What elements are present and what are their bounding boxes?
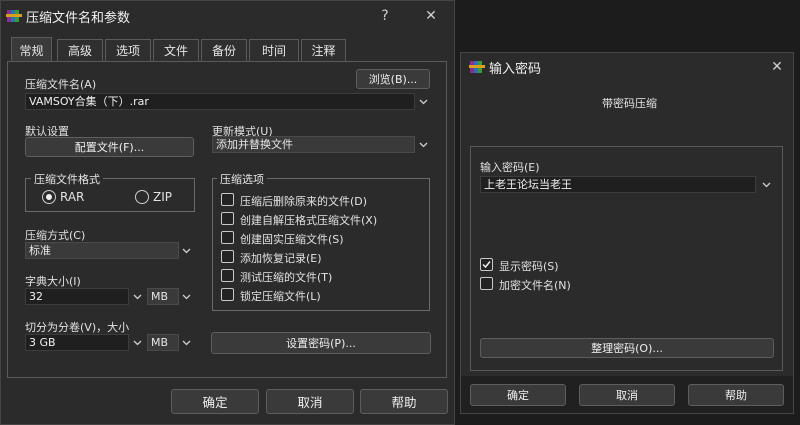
chevron-down-icon	[182, 294, 190, 299]
set-password-button[interactable]: 设置密码(P)...	[211, 332, 431, 354]
help-button[interactable]: 帮助	[360, 389, 448, 414]
show-password-checkbox[interactable]	[480, 258, 493, 271]
chevron-down-icon	[419, 99, 427, 104]
chevron-down-icon	[762, 182, 770, 187]
chevron-down-icon	[182, 248, 190, 253]
main-window-title: 压缩文件名和参数	[26, 10, 131, 26]
checkmark-icon	[482, 261, 491, 269]
option-test-checkbox[interactable]	[221, 269, 234, 282]
option-lock-checkbox[interactable]	[221, 288, 234, 301]
cancel-button[interactable]: 取消	[266, 389, 354, 414]
option-delete-files-label: 压缩后删除原来的文件(D)	[240, 195, 368, 208]
method-label: 压缩方式(C)	[25, 229, 86, 242]
tab-general[interactable]: 常规	[11, 37, 52, 62]
split-size-input[interactable]: 3 GB	[25, 334, 129, 351]
password-dialog-title: 输入密码	[489, 61, 542, 77]
option-recovery-checkbox[interactable]	[221, 250, 234, 263]
password-cancel-button[interactable]: 取消	[579, 384, 675, 406]
chevron-down-icon	[419, 142, 427, 147]
password-titlebar: 输入密码	[461, 53, 793, 81]
dictionary-dropdown[interactable]	[130, 288, 144, 305]
question-mark-icon: ?	[381, 8, 389, 24]
split-volumes-label: 切分为分卷(V)，大小	[25, 321, 130, 334]
winrar-app-icon	[469, 59, 485, 75]
winrar-app-icon	[6, 8, 22, 24]
encrypt-names-checkbox[interactable]	[480, 277, 493, 290]
dictionary-input[interactable]: 32	[25, 288, 129, 305]
tab-time[interactable]: 时间	[249, 39, 299, 61]
tab-backup[interactable]: 备份	[201, 39, 247, 61]
update-mode-select[interactable]: 添加并替换文件	[212, 136, 415, 153]
tab-advanced[interactable]: 高级	[57, 39, 103, 61]
option-delete-files-checkbox[interactable]	[221, 193, 234, 206]
format-zip-label: ZIP	[153, 190, 172, 204]
option-recovery-label: 添加恢复记录(E)	[240, 252, 322, 265]
show-password-label: 显示密码(S)	[499, 260, 559, 273]
password-help-button[interactable]: 帮助	[688, 384, 784, 406]
archive-dialog: 压缩文件名和参数 ? ✕ 常规 高级 选项 文件 备份 时间 注释 压缩文件名(…	[0, 0, 455, 425]
archive-name-label: 压缩文件名(A)	[25, 78, 97, 91]
password-label: 输入密码(E)	[480, 161, 540, 174]
method-dropdown[interactable]	[179, 242, 193, 259]
chevron-down-icon	[133, 294, 141, 299]
password-subtitle: 带密码压缩	[602, 97, 657, 110]
close-icon: ✕	[771, 59, 783, 75]
split-unit-dropdown[interactable]	[179, 334, 193, 351]
dictionary-unit-dropdown[interactable]	[179, 288, 193, 305]
tab-files[interactable]: 文件	[153, 39, 199, 61]
password-dialog: 输入密码 ✕ 带密码压缩 输入密码(E) 上老王论坛当老王 显示密码(S) 加密…	[460, 52, 794, 414]
password-input[interactable]: 上老王论坛当老王	[480, 176, 756, 193]
encrypt-names-label: 加密文件名(N)	[499, 279, 571, 292]
dictionary-unit-select[interactable]: MB	[147, 288, 179, 305]
main-close-button[interactable]: ✕	[413, 1, 449, 31]
format-zip-radio[interactable]	[135, 190, 149, 204]
ok-button[interactable]: 确定	[171, 389, 259, 414]
update-mode-dropdown[interactable]	[416, 136, 430, 153]
option-sfx-checkbox[interactable]	[221, 212, 234, 225]
profiles-button[interactable]: 配置文件(F)...	[25, 137, 194, 157]
password-dropdown[interactable]	[759, 176, 773, 193]
option-solid-checkbox[interactable]	[221, 231, 234, 244]
browse-button[interactable]: 浏览(B)...	[356, 69, 430, 89]
chevron-down-icon	[182, 340, 190, 345]
close-icon: ✕	[425, 8, 437, 24]
format-rar-label: RAR	[60, 190, 85, 204]
option-test-label: 测试压缩的文件(T)	[240, 271, 333, 284]
option-solid-label: 创建固实压缩文件(S)	[240, 233, 344, 246]
split-unit-select[interactable]: MB	[147, 334, 179, 351]
archive-format-title: 压缩文件格式	[31, 171, 103, 187]
archive-name-dropdown[interactable]	[416, 93, 430, 110]
split-size-dropdown[interactable]	[130, 334, 144, 351]
dictionary-label: 字典大小(I)	[25, 275, 81, 288]
password-ok-button[interactable]: 确定	[470, 384, 566, 406]
tab-comment[interactable]: 注释	[301, 39, 346, 61]
option-sfx-label: 创建自解压格式压缩文件(X)	[240, 214, 378, 227]
method-select[interactable]: 标准	[25, 242, 179, 259]
format-rar-radio[interactable]	[42, 190, 56, 204]
archive-name-input[interactable]: VAMSOY合集（下）.rar	[25, 93, 415, 110]
organize-passwords-button[interactable]: 整理密码(O)...	[480, 338, 774, 358]
help-title-button[interactable]: ?	[367, 1, 403, 31]
chevron-down-icon	[133, 340, 141, 345]
option-lock-label: 锁定压缩文件(L)	[240, 290, 321, 303]
compression-options-title: 压缩选项	[217, 171, 267, 187]
password-close-button[interactable]: ✕	[759, 53, 795, 81]
tab-options[interactable]: 选项	[105, 39, 151, 61]
